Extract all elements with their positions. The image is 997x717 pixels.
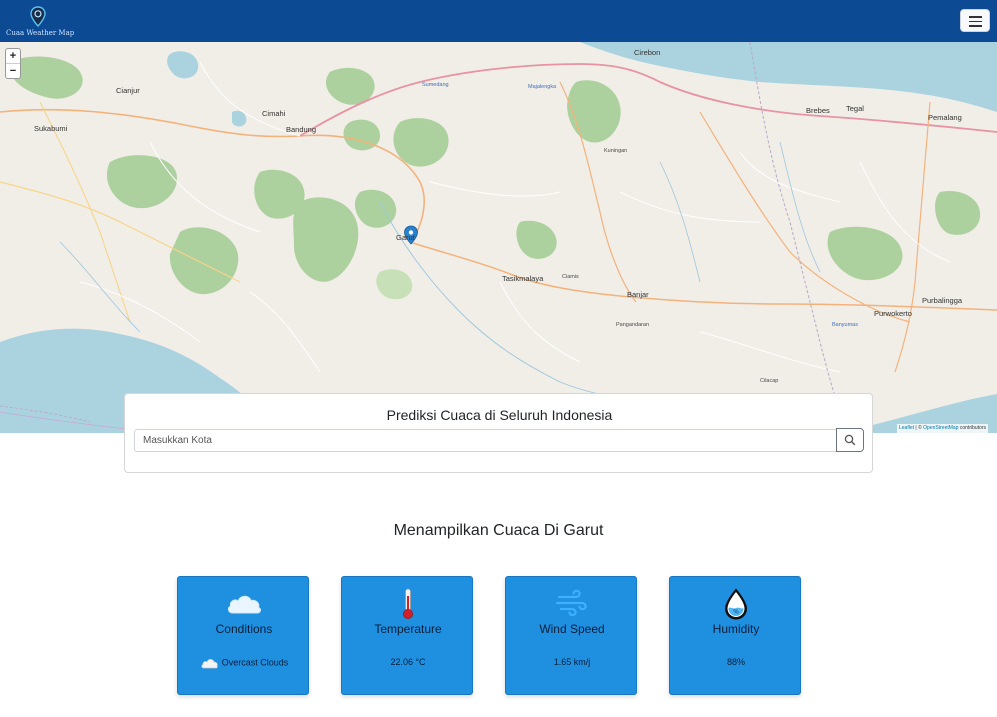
- leaflet-link[interactable]: Leaflet: [899, 425, 914, 431]
- temperature-title: Temperature: [374, 622, 442, 636]
- map-label-purbalingga: Purbalingga: [922, 296, 963, 305]
- conditions-value-row: Overcast Clouds: [178, 657, 310, 669]
- hamburger-icon: [969, 16, 982, 18]
- map-view[interactable]: Bandung Cimahi Garut Tasikmalaya Cirebon…: [0, 42, 997, 433]
- map-label-cilacap: Cilacap: [760, 378, 779, 384]
- map-label-majalengka: Majalengka: [528, 84, 557, 90]
- cloud-icon: [227, 595, 261, 614]
- map-label-sumedang: Sumedang: [422, 82, 449, 88]
- brand-text: Cuaa Weather Map: [6, 29, 75, 37]
- map-tiles: [0, 42, 997, 433]
- conditions-value: Overcast Clouds: [221, 657, 289, 668]
- svg-text:%: %: [733, 609, 739, 616]
- map-label-kuningan: Kuningan: [604, 148, 628, 154]
- temperature-card: Temperature 22.06 °C: [341, 576, 473, 695]
- map-label-tasikmalaya: Tasikmalaya: [502, 274, 544, 283]
- wind-speed-value: 1.65 km/j: [553, 657, 591, 667]
- search-title: Prediksi Cuaca di Seluruh Indonesia: [386, 407, 613, 423]
- map-label-cianjur: Cianjur: [116, 86, 140, 95]
- temperature-value: 22.06 °C: [390, 657, 426, 667]
- wind-speed-title: Wind Speed: [539, 622, 605, 636]
- humidity-value: 88%: [726, 657, 745, 667]
- openstreetmap-link[interactable]: OpenStreetMap: [923, 425, 958, 431]
- zoom-in-button[interactable]: +: [6, 49, 20, 64]
- result-heading: Menampilkan Cuaca Di Garut: [393, 522, 604, 539]
- humidity-title: Humidity: [712, 622, 760, 636]
- zoom-out-button[interactable]: −: [6, 64, 20, 79]
- conditions-card: Conditions Overcast Clouds: [177, 576, 309, 695]
- conditions-title: Conditions: [215, 622, 273, 636]
- map-label-pangandaran: Pangandaran: [616, 322, 650, 328]
- map-label-cimahi: Cimahi: [262, 109, 286, 118]
- overcast-cloud-icon: [201, 659, 218, 669]
- map-label-banjar: Banjar: [627, 290, 649, 299]
- map-label-garut: Garut: [396, 233, 415, 242]
- attribution-tail: contributors: [958, 425, 986, 431]
- map-label-purwokerto: Purwokerto: [874, 309, 912, 318]
- search-icon: [844, 434, 856, 446]
- wind-speed-card: Wind Speed 1.65 km/j: [505, 576, 637, 695]
- search-card: Prediksi Cuaca di Seluruh Indonesia: [124, 393, 873, 473]
- brand-logo[interactable]: Cuaa Weather Map: [6, 4, 75, 38]
- attribution-separator: | ©: [914, 425, 924, 431]
- map-zoom-control: + −: [5, 48, 21, 79]
- humidity-drop-icon: %: [725, 588, 747, 620]
- search-button[interactable]: [836, 428, 864, 452]
- thermometer-icon: [402, 588, 413, 619]
- map-label-brebes: Brebes: [806, 106, 830, 115]
- map-label-ciamis: Ciamis: [562, 274, 579, 280]
- menu-toggle-button[interactable]: [960, 9, 990, 32]
- navbar: Cuaa Weather Map: [0, 0, 997, 42]
- location-pin-icon: [30, 6, 46, 28]
- map-label-banyumas: Banyumas: [832, 322, 858, 328]
- map-label-sukabumi: Sukabumi: [34, 124, 68, 133]
- map-attribution: Leaflet | © OpenStreetMap contributors: [897, 424, 988, 433]
- city-search-input[interactable]: [134, 429, 837, 452]
- map-label-tegal: Tegal: [846, 104, 864, 113]
- map-label-pemalang: Pemalang: [928, 113, 962, 122]
- map-label-cirebon: Cirebon: [634, 48, 661, 57]
- map-label-bandung: Bandung: [286, 125, 317, 134]
- humidity-card: % Humidity 88%: [669, 576, 801, 695]
- wind-icon: [555, 589, 587, 617]
